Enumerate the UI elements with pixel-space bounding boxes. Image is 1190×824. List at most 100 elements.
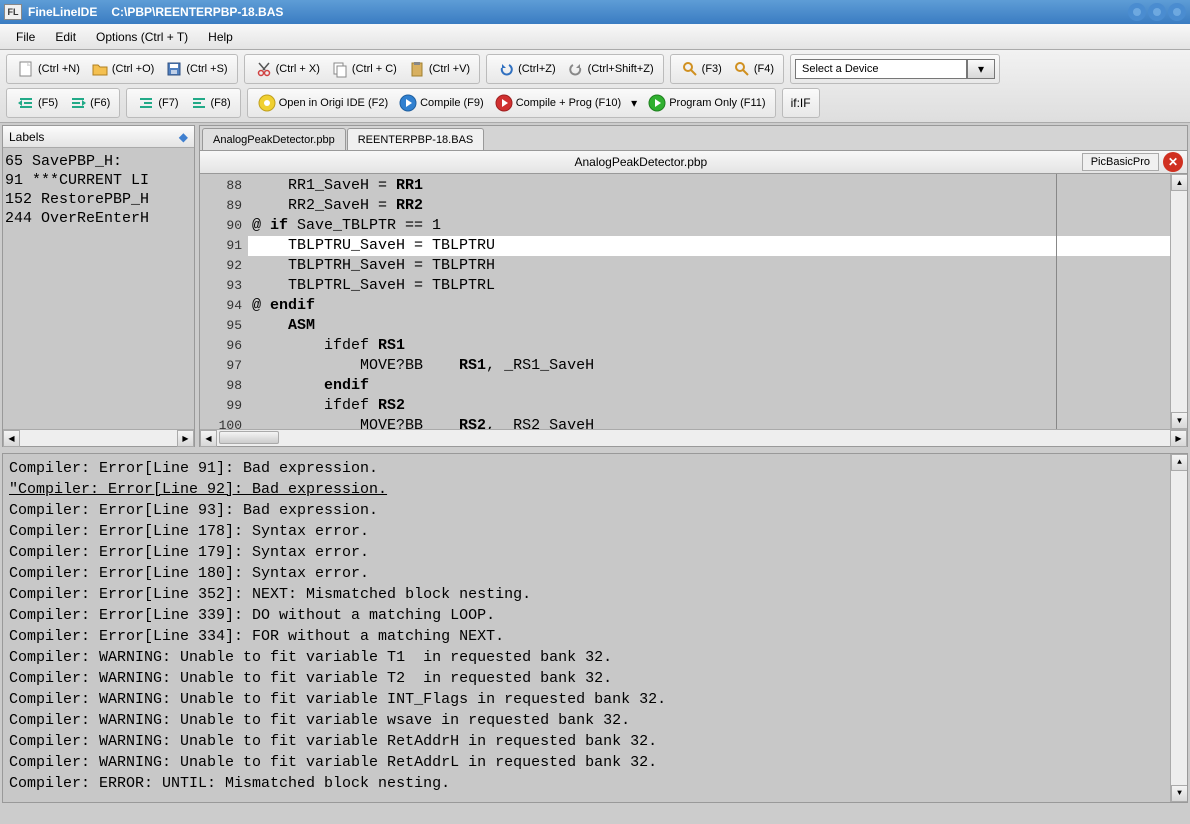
save-button[interactable]: (Ctrl +S)	[159, 56, 232, 82]
output-line[interactable]: Compiler: Error[Line 93]: Bad expression…	[9, 500, 1181, 521]
open-orig-button[interactable]: Open in Origi IDE (F2)	[252, 90, 393, 116]
editor-vscroll[interactable]: ▲ ▼	[1170, 174, 1187, 429]
label-item[interactable]: 91 ***CURRENT LI	[5, 171, 192, 190]
output-line[interactable]: Compiler: WARNING: Unable to fit variabl…	[9, 647, 1181, 668]
close-button[interactable]	[1168, 3, 1186, 21]
copy-icon	[330, 59, 350, 79]
output-line[interactable]: Compiler: Error[Line 352]: NEXT: Mismatc…	[9, 584, 1181, 605]
code-line[interactable]: ifdef RS1	[248, 336, 1170, 356]
scroll-up-button[interactable]: ▲	[1171, 174, 1187, 191]
menu-help[interactable]: Help	[198, 27, 243, 47]
output-line[interactable]: Compiler: Error[Line 180]: Syntax error.	[9, 563, 1181, 584]
labels-list[interactable]: 65 SavePBP_H:91 ***CURRENT LI152 Restore…	[3, 148, 194, 429]
line-number: 91	[200, 236, 248, 256]
scroll-down-button[interactable]: ▼	[1171, 785, 1188, 802]
outdent-button[interactable]: (F7)	[131, 90, 183, 116]
find-button[interactable]: (F3)	[675, 56, 727, 82]
code-line[interactable]: @ endif	[248, 296, 1170, 316]
search-next-icon	[732, 59, 752, 79]
code-line[interactable]: @ if Save_TBLPTR == 1	[248, 216, 1170, 236]
code-line[interactable]: MOVE?BB RS1, _RS1_SaveH	[248, 356, 1170, 376]
output-line[interactable]: Compiler: WARNING: Unable to fit variabl…	[9, 731, 1181, 752]
chevron-down-icon: ▾	[631, 96, 637, 110]
output-line[interactable]: Compiler: WARNING: Unable to fit variabl…	[9, 710, 1181, 731]
doc-close-button[interactable]: ✕	[1163, 152, 1183, 172]
output-line[interactable]: Compiler: Error[Line 334]: FOR without a…	[9, 626, 1181, 647]
menu-options[interactable]: Options (Ctrl + T)	[86, 27, 198, 47]
redo-button[interactable]: (Ctrl+Shift+Z)	[561, 56, 659, 82]
compile-prog-dropdown[interactable]: ▾	[626, 90, 642, 116]
output-line[interactable]: Compiler: Error[Line 91]: Bad expression…	[9, 458, 1181, 479]
code-line[interactable]: TBLPTRH_SaveH = TBLPTRH	[248, 256, 1170, 276]
menu-file[interactable]: File	[6, 27, 45, 47]
maximize-button[interactable]	[1148, 3, 1166, 21]
scroll-up-button[interactable]: ▲	[1171, 454, 1188, 471]
scroll-left-button[interactable]: ◀	[3, 430, 20, 447]
output-line[interactable]: "Compiler: Error[Line 92]: Bad expressio…	[9, 479, 1181, 500]
label-item[interactable]: 152 RestorePBP_H	[5, 190, 192, 209]
output-line[interactable]: Compiler: ERROR: UNTIL: Mismatched block…	[9, 773, 1181, 794]
line-number: 89	[200, 196, 248, 216]
indent-icon	[189, 93, 209, 113]
app-name: FineLineIDE	[28, 5, 97, 19]
copy-button[interactable]: (Ctrl + C)	[325, 56, 402, 82]
new-button[interactable]: (Ctrl +N)	[11, 56, 85, 82]
titlebar: FL FineLineIDE C:\PBP\REENTERPBP-18.BAS	[0, 0, 1190, 24]
code-lines[interactable]: RR1_SaveH = RR1 RR2_SaveH = RR2@ if Save…	[248, 174, 1170, 429]
program-only-button[interactable]: Program Only (F11)	[642, 90, 770, 116]
output-line[interactable]: Compiler: Error[Line 179]: Syntax error.	[9, 542, 1181, 563]
label-item[interactable]: 244 OverReEnterH	[5, 209, 192, 228]
indent-right-button[interactable]: (F6)	[63, 90, 115, 116]
output-line[interactable]: Compiler: WARNING: Unable to fit variabl…	[9, 668, 1181, 689]
code-line[interactable]: endif	[248, 376, 1170, 396]
play-blue-icon	[398, 93, 418, 113]
output-panel[interactable]: Compiler: Error[Line 91]: Bad expression…	[2, 453, 1188, 803]
scroll-right-button[interactable]: ▶	[1170, 430, 1187, 447]
scroll-right-button[interactable]: ▶	[177, 430, 194, 447]
editor-tabs: AnalogPeakDetector.pbpREENTERPBP-18.BAS	[200, 126, 1187, 150]
code-line[interactable]: ASM	[248, 316, 1170, 336]
menu-edit[interactable]: Edit	[45, 27, 86, 47]
code-line[interactable]: TBLPTRL_SaveH = TBLPTRL	[248, 276, 1170, 296]
indent-left-button[interactable]: (F5)	[11, 90, 63, 116]
compile-prog-button[interactable]: Compile + Prog (F10)	[489, 90, 626, 116]
editor-tab[interactable]: AnalogPeakDetector.pbp	[202, 128, 346, 150]
paste-button[interactable]: (Ctrl +V)	[402, 56, 475, 82]
code-line[interactable]: MOVE?BB RS2, RS2 SaveH	[248, 416, 1170, 429]
label-item[interactable]: 65 SavePBP_H:	[5, 152, 192, 171]
scroll-left-button[interactable]: ◀	[200, 430, 217, 447]
indent-button[interactable]: (F8)	[184, 90, 236, 116]
open-button[interactable]: (Ctrl +O)	[85, 56, 159, 82]
editor-tab[interactable]: REENTERPBP-18.BAS	[347, 128, 485, 150]
line-number: 92	[200, 256, 248, 276]
labels-header[interactable]: Labels ◆	[3, 126, 194, 148]
code-line[interactable]: RR1_SaveH = RR1	[248, 176, 1170, 196]
line-gutter: 888990919293949596979899100	[200, 174, 248, 429]
output-line[interactable]: Compiler: WARNING: Unable to fit variabl…	[9, 752, 1181, 773]
scroll-down-button[interactable]: ▼	[1171, 412, 1187, 429]
output-line[interactable]: Compiler: Error[Line 339]: DO without a …	[9, 605, 1181, 626]
doc-language[interactable]: PicBasicPro	[1082, 153, 1159, 171]
code-editor[interactable]: 888990919293949596979899100 RR1_SaveH = …	[200, 174, 1187, 429]
code-line[interactable]: RR2_SaveH = RR2	[248, 196, 1170, 216]
line-number: 95	[200, 316, 248, 336]
undo-button[interactable]: (Ctrl+Z)	[491, 56, 561, 82]
line-number: 88	[200, 176, 248, 196]
device-dropdown-button[interactable]: ▾	[967, 59, 995, 79]
output-vscroll[interactable]: ▲ ▼	[1170, 454, 1187, 802]
output-line[interactable]: Compiler: WARNING: Unable to fit variabl…	[9, 689, 1181, 710]
code-line[interactable]: ifdef RS2	[248, 396, 1170, 416]
output-line[interactable]: Compiler: Error[Line 178]: Syntax error.	[9, 521, 1181, 542]
device-select[interactable]: Select a Device	[795, 59, 967, 79]
compile-button[interactable]: Compile (F9)	[393, 90, 489, 116]
minimize-button[interactable]	[1128, 3, 1146, 21]
line-number: 100	[200, 416, 248, 429]
cut-button[interactable]: (Ctrl + X)	[249, 56, 325, 82]
editor-hscroll[interactable]: ◀ ▶	[200, 429, 1187, 446]
findnext-button[interactable]: (F4)	[727, 56, 779, 82]
indent-left-icon	[16, 93, 36, 113]
labels-hscroll[interactable]: ◀ ▶	[3, 429, 194, 446]
indent-right-icon	[68, 93, 88, 113]
code-line[interactable]: TBLPTRU_SaveH = TBLPTRU	[248, 236, 1170, 256]
scissors-icon	[254, 59, 274, 79]
